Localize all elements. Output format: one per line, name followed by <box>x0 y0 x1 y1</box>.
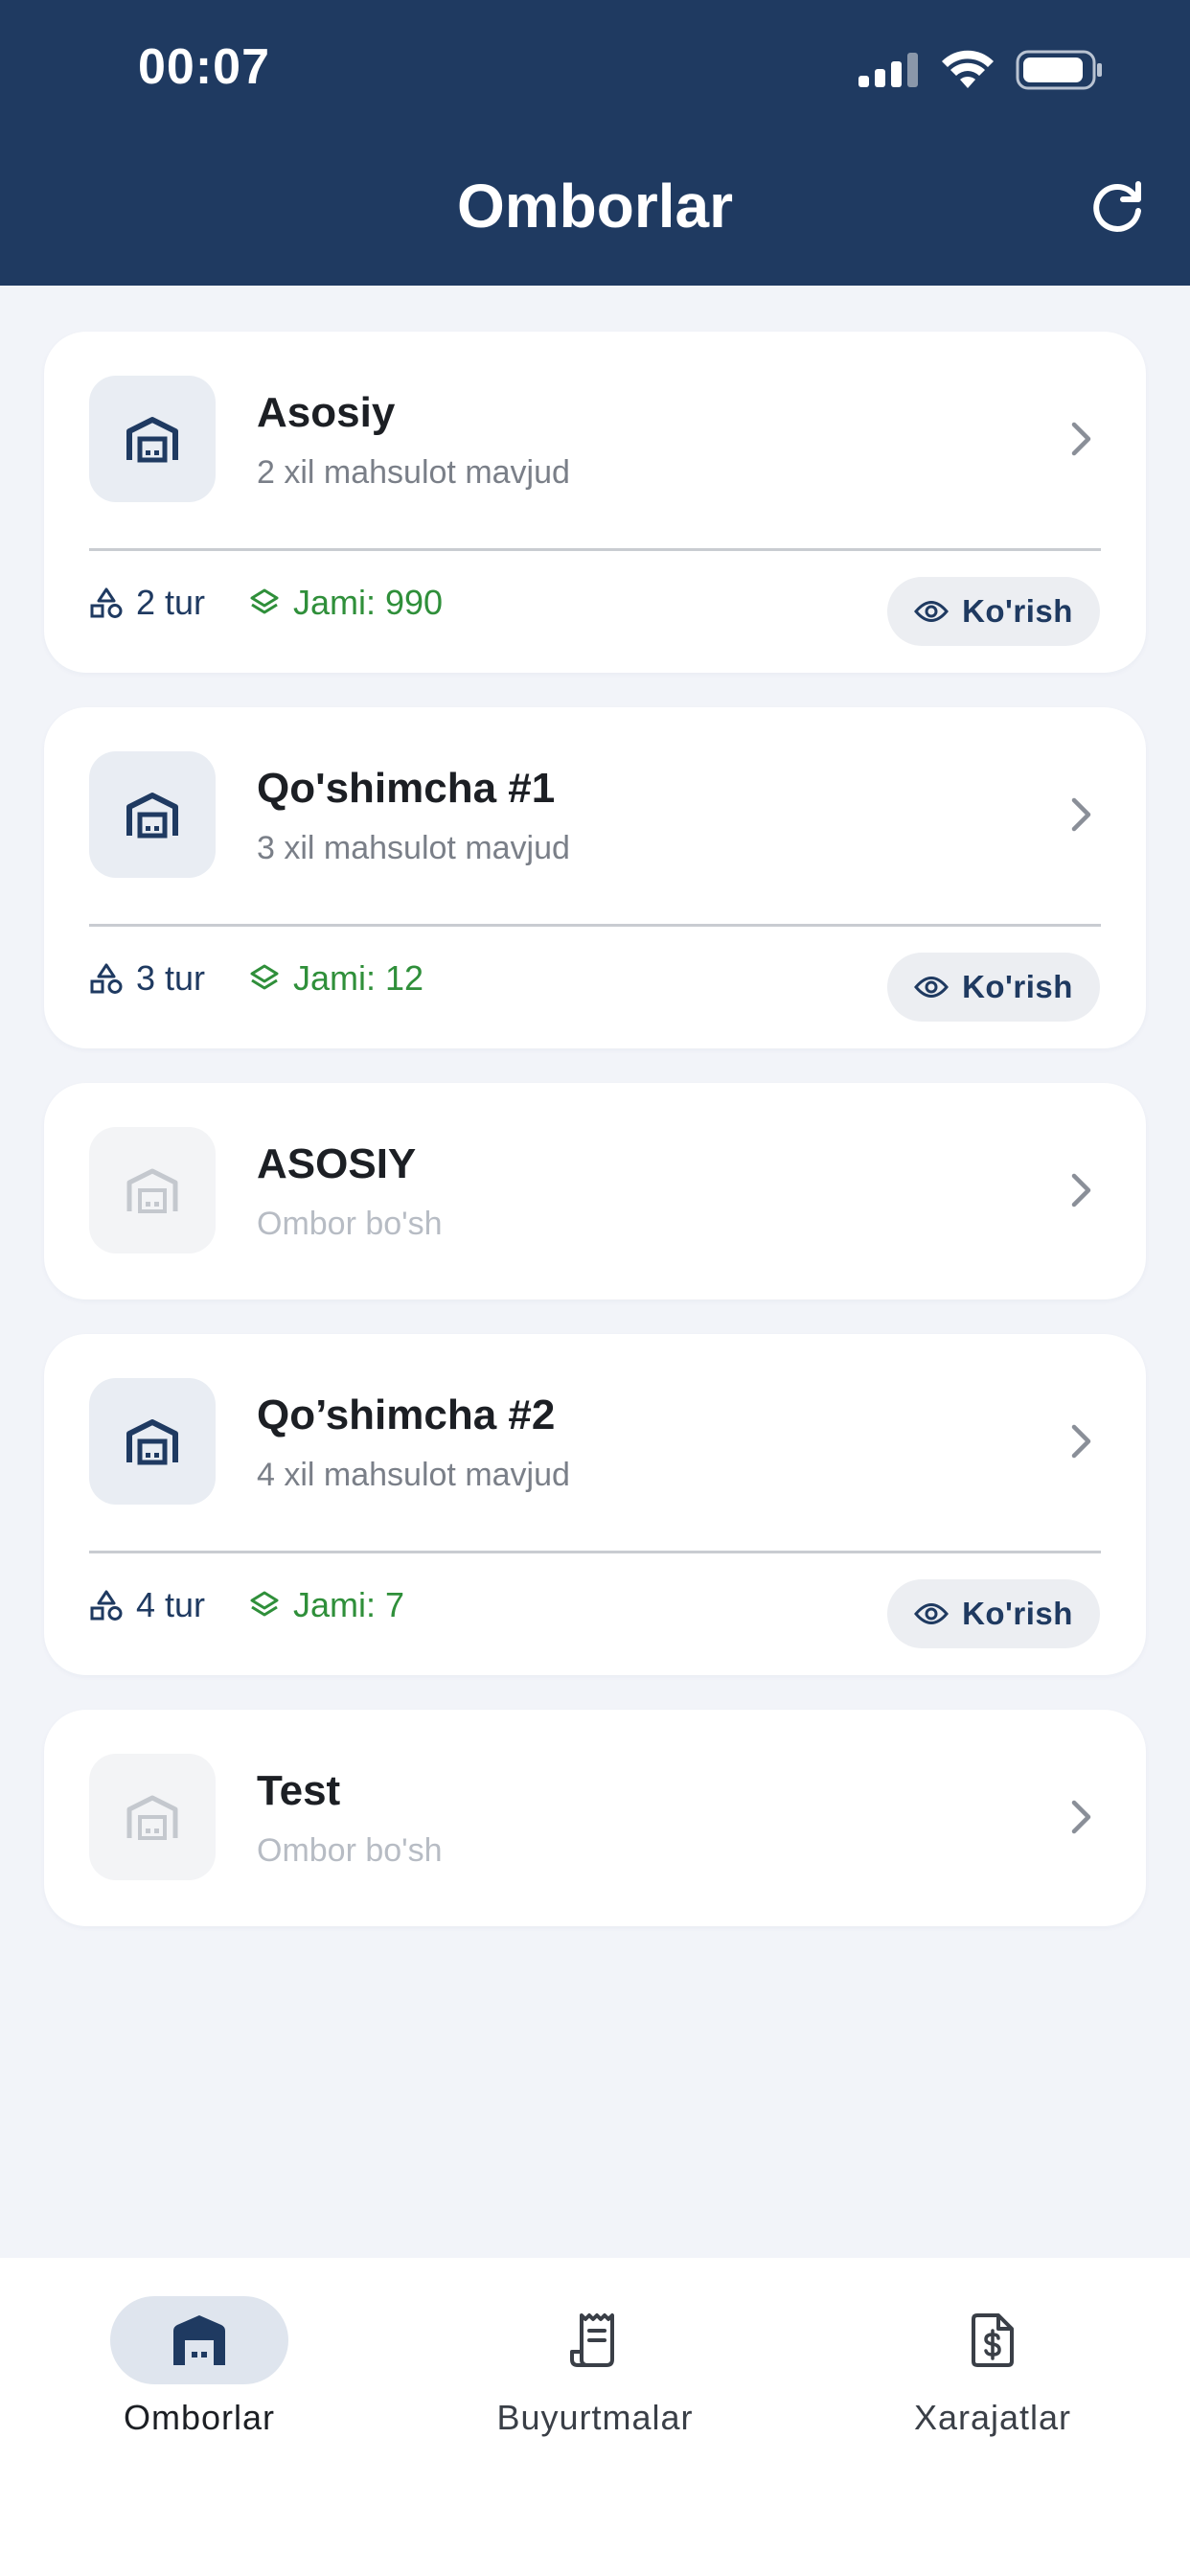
warehouse-card-header[interactable]: Qo'shimcha #1 3 xil mahsulot mavjud <box>44 707 1146 924</box>
nav-label: Buyurtmalar <box>496 2398 694 2437</box>
warehouse-subtitle: Ombor bo'sh <box>257 1206 443 1242</box>
warehouse-name: Qo’shimcha #2 <box>257 1392 556 1438</box>
warehouse-card-header[interactable]: Asosiy 2 xil mahsulot mavjud <box>44 332 1146 548</box>
warehouse-subtitle: 4 xil mahsulot mavjud <box>257 1457 570 1493</box>
types-stat: 3 tur <box>90 958 205 999</box>
warehouse-list: Asosiy 2 xil mahsulot mavjud 2 tur Jami:… <box>44 332 1146 1961</box>
warehouse-icon-box <box>89 751 216 878</box>
shapes-icon <box>90 963 123 994</box>
warehouse-name: Asosiy <box>257 389 396 436</box>
chevron-right-icon <box>1071 1800 1091 1834</box>
layers-icon <box>250 1591 279 1617</box>
total-stat: Jami: 12 <box>249 958 423 999</box>
view-button[interactable]: Ko'rish <box>887 953 1100 1022</box>
eye-icon <box>914 977 950 998</box>
types-stat: 2 tur <box>90 583 205 623</box>
warehouse-icon <box>126 1419 178 1465</box>
view-button-label: Ko'rish <box>962 593 1073 629</box>
nav-pill <box>904 2296 1082 2384</box>
warehouse-icon <box>126 1795 178 1840</box>
nav-item-buyurtmalar[interactable]: Buyurtmalar <box>451 2296 739 2438</box>
nav-item-omborlar[interactable]: Omborlar <box>56 2296 343 2438</box>
wifi-icon <box>942 50 994 88</box>
types-count: 2 tur <box>136 583 206 622</box>
shapes-icon <box>90 1590 123 1621</box>
warehouse-stats: 4 tur Jami: 7 Ko'rish <box>44 1551 1146 1675</box>
shapes-icon <box>90 587 123 618</box>
types-count: 4 tur <box>136 1585 206 1624</box>
view-button-label: Ko'rish <box>962 969 1073 1004</box>
receipt-icon <box>570 2313 614 2367</box>
warehouse-subtitle: Ombor bo'sh <box>257 1832 443 1869</box>
view-button-label: Ko'rish <box>962 1596 1073 1631</box>
bottom-nav: Omborlar Buyurtmalar Xarajatlar <box>0 2258 1190 2576</box>
warehouse-icon-box <box>89 1378 216 1505</box>
warehouse-icon <box>126 1168 178 1213</box>
warehouse-stats: 3 tur Jami: 12 Ko'rish <box>44 924 1146 1048</box>
warehouse-card-header[interactable]: ASOSIY Ombor bo'sh <box>44 1083 1146 1300</box>
warehouse-name: ASOSIY <box>257 1140 417 1187</box>
warehouse-icon <box>126 417 178 463</box>
chevron-right-icon <box>1071 422 1091 456</box>
warehouse-icon-box <box>89 1127 216 1254</box>
warehouse-subtitle: 2 xil mahsulot mavjud <box>257 454 570 491</box>
warehouse-icon <box>173 2315 225 2365</box>
total-count: Jami: 12 <box>293 958 424 998</box>
warehouse-card[interactable]: Qo’shimcha #2 4 xil mahsulot mavjud 4 tu… <box>44 1334 1146 1675</box>
warehouse-icon-box <box>89 1754 216 1880</box>
warehouse-card[interactable]: Asosiy 2 xil mahsulot mavjud 2 tur Jami:… <box>44 332 1146 673</box>
page-title: Omborlar <box>456 172 734 241</box>
invoice-dollar-icon <box>972 2313 1014 2367</box>
nav-label: Omborlar <box>123 2398 276 2437</box>
total-count: Jami: 990 <box>293 583 444 622</box>
warehouse-card-header[interactable]: Test Ombor bo'sh <box>44 1710 1146 1926</box>
total-count: Jami: 7 <box>293 1585 405 1624</box>
nav-pill <box>110 2296 288 2384</box>
status-icons <box>858 46 1104 94</box>
warehouse-card[interactable]: Test Ombor bo'sh <box>44 1710 1146 1926</box>
total-stat: Jami: 7 <box>249 1585 404 1625</box>
types-stat: 4 tur <box>90 1585 205 1625</box>
layers-icon <box>250 588 279 614</box>
types-count: 3 tur <box>136 958 206 998</box>
chevron-right-icon <box>1071 1424 1091 1459</box>
eye-icon <box>914 601 950 622</box>
warehouse-name: Test <box>257 1767 341 1814</box>
warehouse-icon <box>126 793 178 839</box>
warehouse-card[interactable]: Qo'shimcha #1 3 xil mahsulot mavjud 3 tu… <box>44 707 1146 1048</box>
warehouse-name: Qo'shimcha #1 <box>257 765 556 812</box>
total-stat: Jami: 990 <box>249 583 443 623</box>
status-time: 00:07 <box>138 39 270 95</box>
signal-icon <box>858 53 918 87</box>
nav-pill <box>506 2296 684 2384</box>
battery-icon <box>1016 50 1102 90</box>
warehouse-card[interactable]: ASOSIY Ombor bo'sh <box>44 1083 1146 1300</box>
warehouse-icon-box <box>89 376 216 502</box>
refresh-button[interactable] <box>1087 176 1148 238</box>
view-button[interactable]: Ko'rish <box>887 1579 1100 1648</box>
warehouse-stats: 2 tur Jami: 990 Ko'rish <box>44 548 1146 673</box>
eye-icon <box>914 1603 950 1624</box>
view-button[interactable]: Ko'rish <box>887 577 1100 646</box>
warehouse-card-header[interactable]: Qo’shimcha #2 4 xil mahsulot mavjud <box>44 1334 1146 1551</box>
refresh-icon <box>1093 181 1141 232</box>
layers-icon <box>250 964 279 990</box>
nav-item-xarajatlar[interactable]: Xarajatlar <box>849 2296 1136 2438</box>
chevron-right-icon <box>1071 1173 1091 1208</box>
app-header: 00:07 Omborlar <box>0 0 1190 286</box>
nav-label: Xarajatlar <box>913 2398 1072 2437</box>
warehouse-subtitle: 3 xil mahsulot mavjud <box>257 830 570 866</box>
chevron-right-icon <box>1071 797 1091 832</box>
